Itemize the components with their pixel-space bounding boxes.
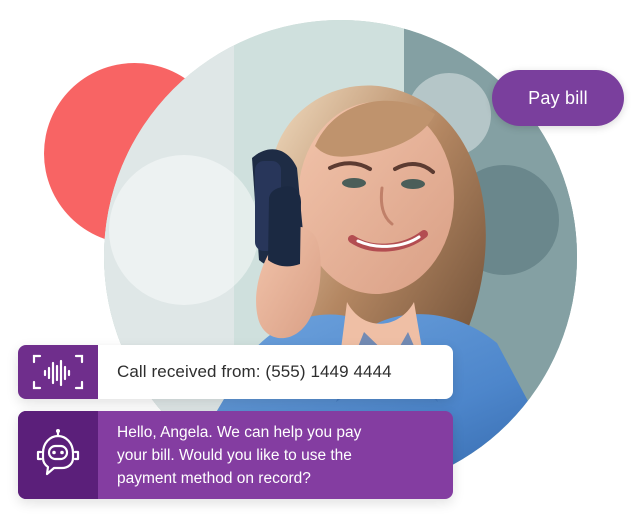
call-received-text: Call received from: (555) 1449 4444 xyxy=(117,362,392,381)
chatbot-icon-container xyxy=(18,411,98,499)
assistant-message-card: Hello, Angela. We can help you pay your … xyxy=(18,411,453,499)
assistant-message-line: your bill. Would you like to use the xyxy=(117,446,352,464)
assistant-message-line: Hello, Angela. We can help you pay xyxy=(117,423,362,441)
pay-bill-label: Pay bill xyxy=(528,87,588,108)
pay-bill-button[interactable]: Pay bill xyxy=(492,70,624,126)
assistant-message-text: Hello, Angela. We can help you pay your … xyxy=(98,411,379,499)
voice-waveform-icon-container xyxy=(18,345,98,399)
conversation-illustration: Pay bill Call received from: (555) 1449 … xyxy=(0,0,636,521)
voice-waveform-icon xyxy=(32,354,84,390)
incoming-call-notification: Call received from: (555) 1449 4444 xyxy=(18,345,453,399)
assistant-message-line: payment method on record? xyxy=(117,469,311,487)
chatbot-icon xyxy=(36,429,80,476)
